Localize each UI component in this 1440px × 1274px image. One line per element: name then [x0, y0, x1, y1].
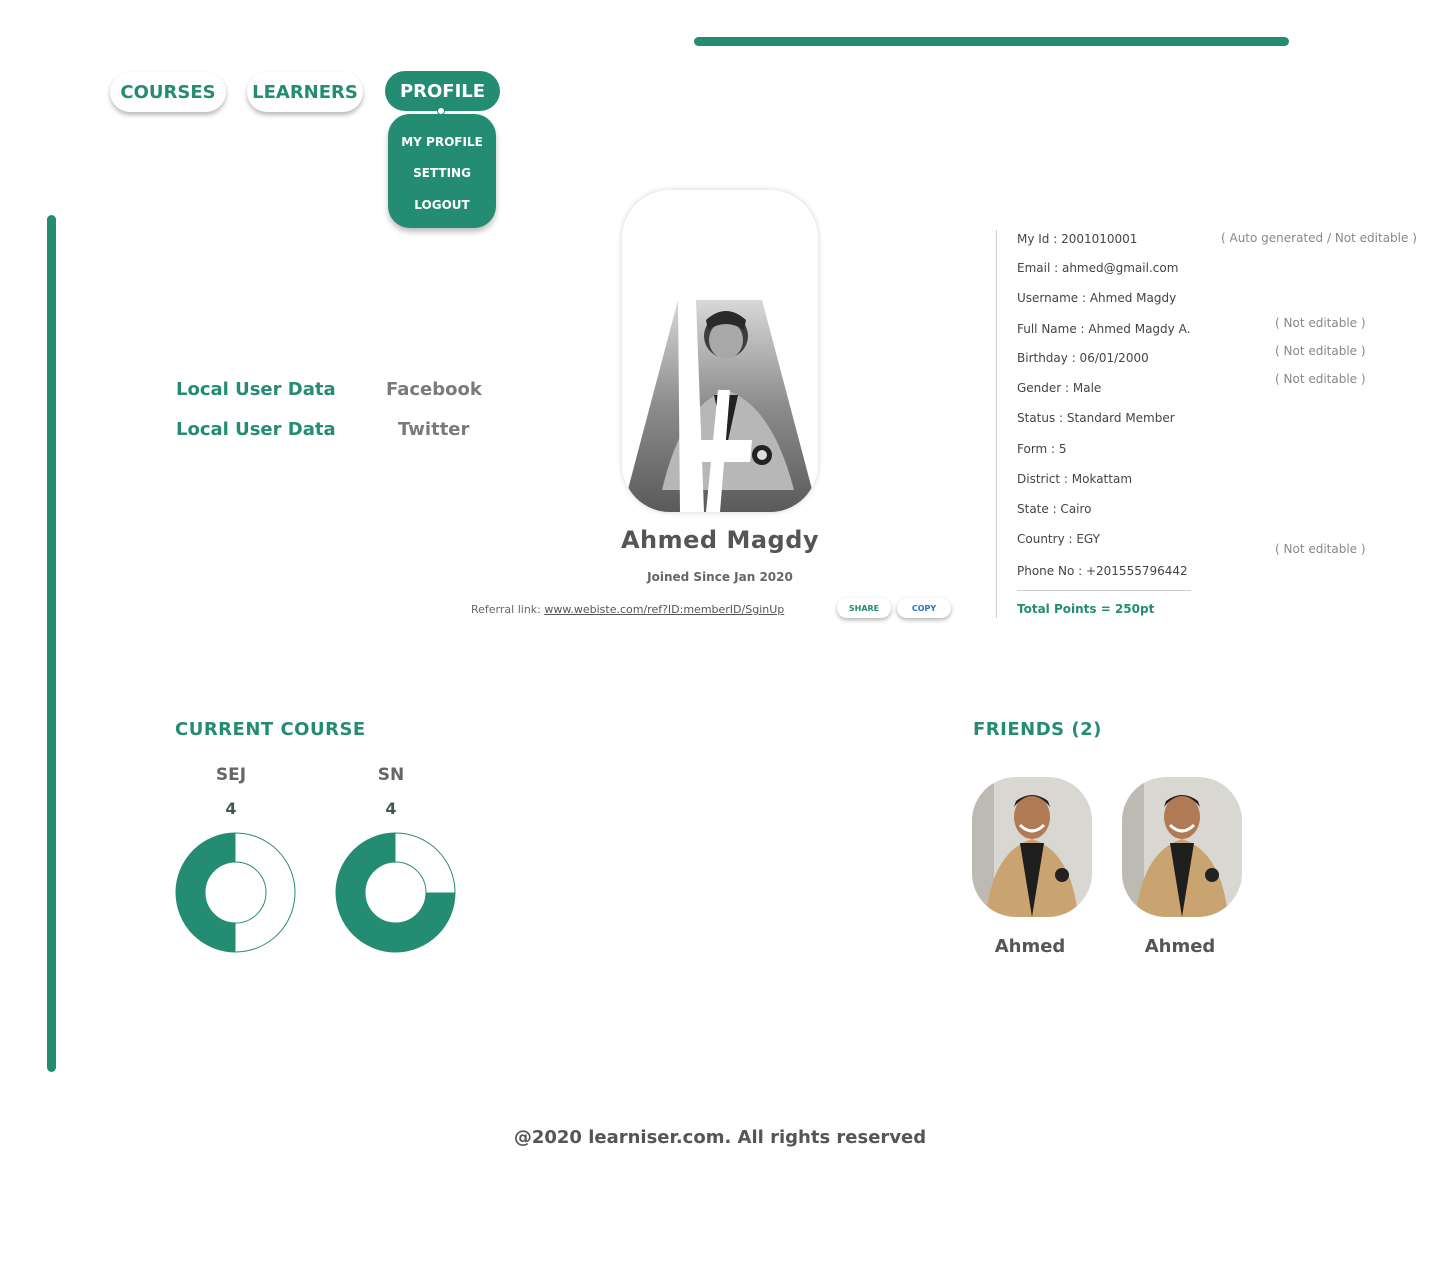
- course-value: 4: [225, 799, 237, 818]
- dropdown-my-profile[interactable]: MY PROFILE: [388, 135, 496, 149]
- copy-button[interactable]: COPY: [897, 598, 951, 618]
- course-code: SEJ: [215, 765, 247, 785]
- dropdown-logout[interactable]: LOGOUT: [388, 198, 496, 212]
- info-email: Email : ahmed@gmail.com: [1017, 261, 1179, 275]
- friend-photo-icon: [1122, 777, 1242, 917]
- friend-avatar[interactable]: [1122, 777, 1242, 917]
- info-phone: Phone No : +201555796442: [1017, 564, 1188, 578]
- info-full-name: Full Name : Ahmed Magdy A.: [1017, 322, 1191, 336]
- local-user-data-label: Local User Data: [176, 379, 336, 400]
- info-state: State : Cairo: [1017, 502, 1092, 516]
- friend-avatar[interactable]: [972, 777, 1092, 917]
- info-status: Status : Standard Member: [1017, 411, 1175, 425]
- footer-copyright: @2020 learniser.com. All rights reserved: [513, 1127, 927, 1148]
- course-progress-donut: [335, 832, 456, 953]
- note-auto-generated: ( Auto generated / Not editable ): [1221, 231, 1417, 245]
- referral-label: Referral link:: [471, 603, 541, 616]
- note-not-editable: ( Not editable ): [1275, 344, 1366, 358]
- donut-hole: [204, 861, 267, 924]
- current-course-title: CURRENT COURSE: [175, 719, 366, 740]
- dropdown-setting[interactable]: SETTING: [388, 166, 496, 180]
- letter-a-portrait-icon: [622, 190, 818, 512]
- info-birthday: Birthday : 06/01/2000: [1017, 351, 1149, 365]
- joined-since: Joined Since Jan 2020: [647, 570, 793, 584]
- course-value: 4: [385, 799, 397, 818]
- total-points: Total Points = 250pt: [1017, 602, 1155, 616]
- friend-name[interactable]: Ahmed: [970, 936, 1090, 957]
- note-not-editable: ( Not editable ): [1275, 542, 1366, 556]
- referral-link-row: Referral link: www.webiste.com/ref?ID:me…: [471, 603, 784, 616]
- top-accent-bar: [694, 37, 1289, 46]
- side-accent-bar: [47, 215, 56, 1072]
- info-separator: [1017, 590, 1191, 591]
- dropdown-pointer-dot: [437, 107, 445, 115]
- facebook-link[interactable]: Facebook: [386, 379, 482, 400]
- course-code: SN: [377, 765, 405, 785]
- profile-avatar-card: [622, 190, 818, 512]
- note-not-editable: ( Not editable ): [1275, 316, 1366, 330]
- note-not-editable: ( Not editable ): [1275, 372, 1366, 386]
- info-my-id: My Id : 2001010001: [1017, 232, 1138, 246]
- friends-title: FRIENDS (2): [973, 719, 1102, 740]
- course-progress-donut: [175, 832, 296, 953]
- info-gender: Gender : Male: [1017, 381, 1102, 395]
- donut-hole: [364, 861, 427, 924]
- info-divider: [996, 230, 997, 618]
- friend-photo-icon: [972, 777, 1092, 917]
- info-username: Username : Ahmed Magdy: [1017, 291, 1177, 305]
- twitter-link[interactable]: Twitter: [398, 419, 469, 440]
- nav-profile-button[interactable]: PROFILE: [385, 71, 500, 111]
- nav-courses-button[interactable]: COURSES: [110, 72, 226, 112]
- info-district: District : Mokattam: [1017, 472, 1133, 486]
- info-country: Country : EGY: [1017, 532, 1100, 546]
- local-user-data-label: Local User Data: [176, 419, 336, 440]
- profile-dropdown-menu: MY PROFILE SETTING LOGOUT: [388, 114, 496, 228]
- profile-name: Ahmed Magdy: [620, 526, 820, 554]
- nav-learners-button[interactable]: LEARNERS: [247, 72, 363, 112]
- friend-name[interactable]: Ahmed: [1120, 936, 1240, 957]
- share-button[interactable]: SHARE: [837, 598, 891, 618]
- referral-url-link[interactable]: www.webiste.com/ref?ID:memberID/SginUp: [544, 603, 784, 616]
- info-form: Form : 5: [1017, 442, 1067, 456]
